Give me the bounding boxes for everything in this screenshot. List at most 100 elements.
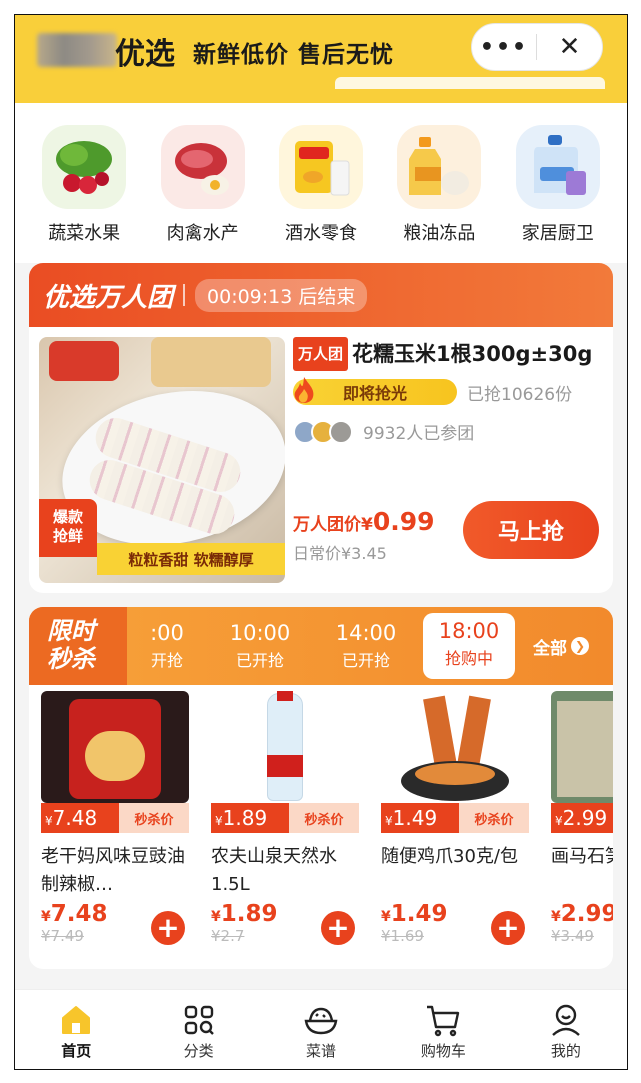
category-item-meat[interactable]: 肉禽水产 <box>151 125 255 263</box>
meat-icon <box>160 125 245 209</box>
view-all-label: 全部 <box>533 638 567 659</box>
snacks-icon <box>278 125 363 209</box>
sold-count: 已抢10626份 <box>467 384 573 405</box>
tag-price-value: 1.89 <box>222 806 268 830</box>
flash-price-tag: ¥1.89 秒杀价 <box>211 803 359 833</box>
brand-name: 优选 <box>115 37 175 72</box>
countdown-timer: 00:09:13 后结束 <box>195 278 368 312</box>
product-name: 画马石笋瓶装 <box>551 846 613 867</box>
app-frame: 优选 新鲜低价 售后无忧 ••• ✕ 蔬菜水果 肉禽水产 酒水零食 粮油冻品 家… <box>14 14 628 1070</box>
flash-price-tag: ¥2.99 秒杀价 <box>551 803 613 833</box>
joined-count: 9932人已参团 <box>363 424 475 444</box>
product-image <box>551 691 613 803</box>
bottle-label-graphic <box>267 755 303 777</box>
flash-item[interactable]: ¥1.49 秒杀价 随便鸡爪30克/包 ¥1.49 ¥1.69 + <box>381 691 529 953</box>
close-button[interactable]: ✕ <box>537 32 602 62</box>
group-deal-info: 万人团 花糯玉米1根300g±30g 即将抢光 已抢10626份 9932人已参… <box>293 337 603 444</box>
group-price-block: 万人团价¥0.99 日常价¥3.45 <box>293 507 435 564</box>
detergent-icon <box>515 125 600 209</box>
time-slot[interactable]: 14:00 已开抢 <box>313 621 419 671</box>
product-title[interactable]: 万人团 花糯玉米1根300g±30g <box>293 337 603 371</box>
participant-avatars <box>293 419 353 444</box>
jar-label-graphic <box>85 731 145 781</box>
category-row: 蔬菜水果 肉禽水产 酒水零食 粮油冻品 家居厨卫 <box>15 103 627 263</box>
vegetables-icon <box>42 125 127 209</box>
buy-now-button[interactable]: 马上抢 <box>463 501 599 559</box>
flash-sale-header: 限时 秒杀 :00 开抢 10:00 已开抢 14:00 已开抢 18:00 抢… <box>29 607 613 685</box>
tag-price-value: 1.49 <box>392 806 438 830</box>
tray-decoration <box>151 337 271 387</box>
category-label: 酒水零食 <box>284 223 357 244</box>
original-price: ¥3.49 <box>551 927 594 945</box>
stock-progress: 即将抢光 <box>293 377 457 405</box>
tab-profile[interactable]: 我的 <box>505 990 627 1069</box>
blurred-logo <box>37 33 117 67</box>
price-row: ¥7.48 ¥7.49 + <box>41 901 189 953</box>
category-label: 肉禽水产 <box>166 223 239 244</box>
sale-price-value: 1.89 <box>220 901 278 927</box>
banner-edge <box>335 77 605 89</box>
flash-item[interactable]: ¥1.89 秒杀价 农夫山泉天然水1.5L ¥1.89 ¥2.7 + <box>211 691 359 953</box>
tab-recipe[interactable]: 菜谱 <box>260 990 382 1069</box>
category-item-home[interactable]: 家居厨卫 <box>506 125 610 263</box>
tag-label: 秒杀价 <box>459 803 529 833</box>
add-to-cart-button[interactable]: + <box>321 911 355 945</box>
bottle-cap-graphic <box>277 691 293 701</box>
tab-label: 首页 <box>61 1042 92 1060</box>
flash-item[interactable]: ¥2.99 秒杀价 画马石笋瓶装 ¥2.99 ¥3.49 <box>551 691 613 953</box>
group-price-label: 万人团价¥ <box>293 515 373 535</box>
group-deal-card[interactable]: 优选万人团 00:09:13 后结束 爆款 抢鲜 粒粒香甜 软糯醇厚 万人团 花糯… <box>29 263 613 593</box>
add-to-cart-button[interactable]: + <box>491 911 525 945</box>
slot-time: 14:00 <box>335 621 397 645</box>
time-slot[interactable]: :00 开抢 <box>127 621 207 671</box>
jar-graphic <box>557 701 613 797</box>
group-deal-header: 优选万人团 00:09:13 后结束 <box>29 263 613 327</box>
tab-category[interactable]: 分类 <box>137 990 259 1069</box>
time-slot[interactable]: 10:00 已开抢 <box>207 621 313 671</box>
slot-status: 抢购中 <box>444 649 493 668</box>
package-graphic <box>457 695 491 769</box>
category-item-snacks[interactable]: 酒水零食 <box>269 125 373 263</box>
view-all-link[interactable]: 全部 ❯ <box>533 634 589 659</box>
category-icon <box>137 1002 259 1038</box>
time-slot-active[interactable]: 18:00 抢购中 <box>423 613 515 679</box>
tab-home[interactable]: 首页 <box>15 990 137 1069</box>
slot-time: :00 <box>150 621 184 645</box>
slot-status: 已开抢 <box>341 651 390 670</box>
category-label: 蔬菜水果 <box>48 223 121 244</box>
add-to-cart-button[interactable]: + <box>151 911 185 945</box>
slogan: 新鲜低价 售后无忧 <box>193 41 395 68</box>
chevron-right-icon: ❯ <box>571 637 589 655</box>
corn-product-image[interactable]: 爆款 抢鲜 粒粒香甜 软糯醇厚 <box>39 337 285 583</box>
flash-item[interactable]: ¥7.48 秒杀价 老干妈风味豆豉油制辣椒… ¥7.48 ¥7.49 + <box>41 691 189 953</box>
tab-cart[interactable]: 购物车 <box>382 990 504 1069</box>
category-item-oil[interactable]: 粮油冻品 <box>387 125 491 263</box>
package-graphic <box>423 695 457 769</box>
daily-price: 日常价¥3.45 <box>293 544 387 563</box>
product-name: 花糯玉米1根300g±30g <box>352 342 593 366</box>
flame-icon <box>294 377 314 403</box>
more-button[interactable]: ••• <box>472 35 536 60</box>
profile-icon <box>505 1002 627 1038</box>
sale-price-value: 2.99 <box>560 901 613 927</box>
price-row: ¥2.99 ¥3.49 <box>551 901 613 953</box>
tag-label: 秒杀价 <box>289 803 359 833</box>
group-price: 万人团价¥0.99 <box>293 507 435 536</box>
bottle-graphic <box>267 693 303 801</box>
progress-label: 即将抢光 <box>342 384 407 403</box>
category-item-vegetables[interactable]: 蔬菜水果 <box>32 125 136 263</box>
slot-time: 18:00 <box>438 619 500 643</box>
hot-tag: 爆款 抢鲜 <box>39 499 97 557</box>
tag-price: ¥2.99 <box>551 803 613 833</box>
slot-time: 10:00 <box>229 621 291 645</box>
tab-label: 购物车 <box>420 1042 466 1060</box>
group-price-value: 0.99 <box>372 507 435 536</box>
flash-sale-card: 限时 秒杀 :00 开抢 10:00 已开抢 14:00 已开抢 18:00 抢… <box>29 607 613 969</box>
flash-price-tag: ¥1.49 秒杀价 <box>381 803 529 833</box>
tag-price-value: 2.99 <box>562 806 608 830</box>
recipe-icon <box>260 1002 382 1038</box>
home-icon <box>15 1002 137 1038</box>
product-name: 老干妈风味豆豉油制辣椒… <box>41 846 185 895</box>
avatar <box>329 419 353 444</box>
sale-price: ¥2.99 <box>551 901 613 927</box>
